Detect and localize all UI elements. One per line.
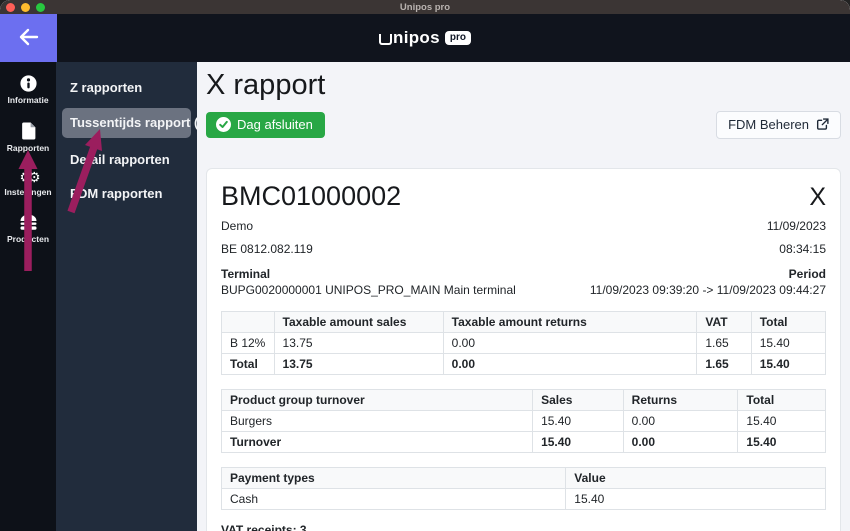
fdm-beheren-button[interactable]: FDM Beheren	[716, 111, 841, 139]
nav-rail: Informatie Rapporten ⚙⚙ Instellingen Pro…	[0, 62, 56, 531]
table-cell: Cash	[220, 488, 567, 510]
tax-table: Taxable amount sales Taxable amount retu…	[221, 311, 827, 375]
rail-item-producten[interactable]: Producten	[0, 214, 56, 244]
table-header-cell: Sales	[532, 389, 624, 411]
report-date: 11/09/2023	[766, 219, 826, 233]
terminal-label: Terminal	[221, 267, 271, 281]
receipt-stats: VAT receipts: 3 Return receipts: 0 Line …	[221, 523, 826, 531]
table-header-row: Payment types Value	[220, 467, 826, 489]
burger-icon	[18, 214, 39, 231]
submenu-item-tussentijds-rapport[interactable]: Tussentijds rapport (X)	[62, 108, 211, 138]
table-cell: 15.40	[737, 431, 826, 453]
table-cell: 1.65	[696, 353, 752, 375]
back-button[interactable]	[0, 14, 57, 62]
table-total-row: Turnover 15.40 0.00 15.40	[220, 431, 826, 453]
company-name: Demo	[221, 219, 254, 233]
table-cell: 15.40	[532, 431, 624, 453]
logo-text: nipos	[393, 28, 440, 47]
report-id: BMC01000002	[221, 181, 402, 211]
rail-item-informatie[interactable]: Informatie	[0, 75, 56, 105]
close-day-label: Dag afsluiten	[237, 117, 313, 132]
table-header-row: Taxable amount sales Taxable amount retu…	[221, 311, 827, 333]
rail-item-label: Informatie	[7, 95, 49, 105]
table-header-cell: Returns	[622, 389, 739, 411]
logo-wordmark: nipos	[379, 28, 440, 48]
table-cell: 13.75	[273, 332, 444, 354]
document-icon	[21, 122, 36, 140]
table-header-cell: Taxable amount sales	[273, 311, 444, 333]
window-title: Unipos pro	[399, 1, 451, 13]
table-cell: 15.40	[565, 488, 826, 510]
titlebar: Unipos pro	[0, 0, 850, 14]
table-cell: Burgers	[220, 410, 534, 432]
table-header-cell: Taxable amount returns	[442, 311, 698, 333]
table-total-row: Total 13.75 0.00 1.65 15.40	[221, 353, 827, 375]
logo-u-glyph	[379, 34, 393, 45]
external-link-icon	[816, 118, 829, 131]
submenu-item-fdm-rapporten[interactable]: FDM rapporten	[62, 180, 191, 208]
appbar: nipos pro	[0, 14, 850, 62]
table-header-cell: VAT	[696, 311, 752, 333]
table-cell: 13.75	[273, 353, 444, 375]
table-cell: 1.65	[696, 332, 752, 354]
report-type-symbol: X	[809, 183, 826, 211]
close-day-button[interactable]: Dag afsluiten	[206, 112, 325, 138]
submenu-item-z-rapporten[interactable]: Z rapporten	[62, 74, 191, 102]
check-circle-icon	[216, 117, 231, 132]
table-cell: 0.00	[442, 332, 698, 354]
table-cell: 15.40	[750, 353, 827, 375]
table-cell: Turnover	[220, 431, 534, 453]
rail-item-label: Instellingen	[4, 187, 52, 197]
report-card: BMC01000002 X Demo 11/09/2023 BE 0812.08…	[206, 168, 841, 531]
page-title: X rapport	[206, 69, 326, 101]
period-label: Period	[788, 267, 826, 281]
info-icon	[19, 75, 37, 92]
report-time: 08:34:15	[779, 242, 826, 256]
table-cell: 15.40	[532, 410, 624, 432]
main-content: X rapport Dag afsluiten FDM Beheren BMC0…	[197, 62, 850, 531]
table-header-row: Product group turnover Sales Returns Tot…	[220, 389, 826, 411]
table-header-cell: Value	[565, 467, 826, 489]
terminal-value: BUPG0020000001 UNIPOS_PRO_MAIN Main term…	[221, 283, 516, 297]
table-row: Cash 15.40	[220, 488, 826, 510]
table-cell: 0.00	[622, 431, 739, 453]
gears-icon: ⚙⚙	[19, 169, 40, 185]
table-header-cell: Product group turnover	[220, 389, 534, 411]
table-cell: 15.40	[750, 332, 827, 354]
app-logo: nipos pro	[0, 28, 850, 48]
table-header-cell: Total	[737, 389, 826, 411]
table-header-cell: Total	[750, 311, 827, 333]
rail-item-instellingen[interactable]: ⚙⚙ Instellingen	[0, 170, 56, 197]
table-header-cell	[221, 311, 275, 333]
rail-item-label: Producten	[6, 234, 50, 244]
vat-number: BE 0812.082.119	[221, 242, 313, 256]
table-row: B 12% 13.75 0.00 1.65 15.40	[221, 332, 827, 354]
table-row: Burgers 15.40 0.00 15.40	[220, 410, 826, 432]
table-cell: B 12%	[221, 332, 275, 354]
reports-submenu: Z rapporten Tussentijds rapport (X) Deta…	[56, 62, 211, 531]
app-window: Unipos pro nipos pro Informatie Rapporte…	[0, 0, 850, 531]
table-header-cell: Payment types	[220, 467, 567, 489]
arrow-left-icon	[18, 28, 40, 49]
rail-item-rapporten[interactable]: Rapporten	[0, 122, 56, 153]
submenu-item-detail-rapporten[interactable]: Detail rapporten	[62, 146, 191, 174]
fdm-label: FDM Beheren	[728, 117, 809, 132]
logo-pro-badge: pro	[444, 30, 471, 45]
table-cell: Total	[221, 353, 275, 375]
payment-table: Payment types Value Cash 15.40	[220, 467, 826, 510]
table-cell: 15.40	[737, 410, 826, 432]
table-cell: 0.00	[622, 410, 739, 432]
period-value: 11/09/2023 09:39:20 -> 11/09/2023 09:44:…	[589, 283, 826, 297]
rail-item-label: Rapporten	[6, 143, 50, 153]
turnover-table: Product group turnover Sales Returns Tot…	[220, 389, 826, 453]
table-cell: 0.00	[442, 353, 698, 375]
stat-line: VAT receipts: 3	[221, 523, 307, 531]
